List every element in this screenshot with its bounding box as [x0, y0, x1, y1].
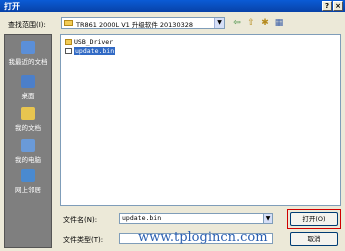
back-icon[interactable]: ⇦	[231, 17, 243, 29]
place-label: 我的电脑	[15, 156, 41, 164]
look-in-label: 查找范围(I):	[8, 21, 46, 29]
place-network[interactable]: 网上邻居	[5, 169, 51, 194]
place-label: 我的文档	[15, 124, 41, 132]
up-folder-icon[interactable]: ⇧	[245, 17, 257, 29]
chevron-down-icon[interactable]: ▼	[263, 213, 273, 224]
file-list[interactable]: USB_Driver update.bin	[60, 34, 341, 206]
bin-file-icon	[65, 48, 72, 54]
place-label: 网上邻居	[15, 186, 41, 194]
watermark: www.tplogincn.com	[138, 230, 268, 245]
look-in-value: TR861 2000L V1 升级软件 20130328	[76, 21, 193, 29]
file-name-label: 文件名(N):	[63, 216, 98, 224]
chevron-down-icon[interactable]: ▼	[214, 18, 224, 28]
list-item[interactable]: update.bin	[65, 47, 116, 56]
places-bar: 我最近的文档 桌面 我的文档 我的电脑 网上邻居	[4, 34, 52, 248]
my-documents-icon	[21, 107, 35, 120]
new-folder-icon[interactable]: ✱	[259, 17, 271, 29]
open-button[interactable]: 打开(O)	[290, 212, 338, 226]
place-label: 桌面	[21, 92, 35, 100]
views-menu-icon[interactable]: ▦	[273, 17, 285, 29]
network-places-icon	[21, 169, 35, 182]
place-recent-documents[interactable]: 我最近的文档	[5, 41, 51, 66]
file-type-label: 文件类型(T):	[63, 236, 104, 244]
file-name: USB_Driver	[74, 38, 114, 46]
folder-icon	[64, 20, 73, 26]
recent-documents-icon	[21, 41, 35, 54]
folder-icon	[65, 39, 72, 45]
place-my-documents[interactable]: 我的文档	[5, 107, 51, 132]
open-file-dialog: 打开 ? × 查找范围(I): TR861 2000L V1 升级软件 2013…	[0, 0, 345, 251]
cancel-button[interactable]: 取消	[290, 232, 338, 246]
place-my-computer[interactable]: 我的电脑	[5, 139, 51, 164]
desktop-icon	[21, 75, 35, 88]
place-desktop[interactable]: 桌面	[5, 75, 51, 100]
look-in-dropdown[interactable]: TR861 2000L V1 升级软件 20130328 ▼	[61, 17, 225, 29]
close-button[interactable]: ×	[333, 1, 343, 11]
title-bar[interactable]: 打开 ? ×	[0, 0, 345, 12]
file-name-input[interactable]: update.bin	[119, 213, 273, 224]
help-button[interactable]: ?	[322, 1, 332, 11]
my-computer-icon	[21, 139, 35, 152]
list-item[interactable]: USB_Driver	[65, 38, 113, 47]
dialog-title: 打开	[4, 2, 20, 11]
file-name: update.bin	[74, 47, 116, 55]
place-label: 我最近的文档	[8, 58, 48, 66]
